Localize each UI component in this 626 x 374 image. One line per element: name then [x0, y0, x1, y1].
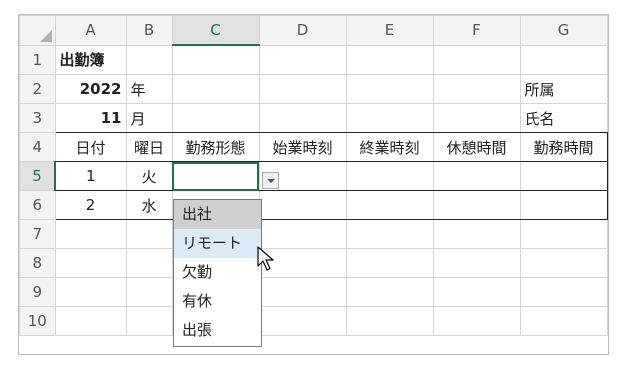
cell-d3[interactable]	[258, 103, 347, 133]
cell-b4[interactable]: 曜日	[125, 132, 173, 162]
cell-b2[interactable]: 年	[125, 74, 173, 104]
cell-f10[interactable]	[432, 306, 521, 336]
validation-dropdown-list[interactable]: 出社 リモート 欠勤 有休 出張	[173, 199, 262, 347]
cell-e2[interactable]	[345, 74, 434, 104]
cell-f7[interactable]	[432, 219, 521, 249]
cell-c3[interactable]	[171, 103, 260, 133]
row-header-2[interactable]: 2	[19, 74, 56, 104]
dropdown-option-kekkin[interactable]: 欠勤	[174, 258, 261, 287]
cell-c4[interactable]: 勤務形態	[171, 132, 260, 162]
cell-e4[interactable]: 終業時刻	[345, 132, 434, 162]
cell-a7[interactable]	[54, 219, 127, 249]
cell-a3[interactable]: 11	[54, 103, 127, 133]
column-header-a[interactable]: A	[54, 15, 127, 46]
dropdown-option-yukyu[interactable]: 有休	[174, 287, 261, 316]
dropdown-option-remote[interactable]: リモート	[174, 229, 261, 258]
cell-e3[interactable]	[345, 103, 434, 133]
cell-g8[interactable]	[519, 248, 608, 278]
cell-e6[interactable]	[345, 190, 434, 220]
cell-b7[interactable]	[125, 219, 173, 249]
cell-b8[interactable]	[125, 248, 173, 278]
cell-a9[interactable]	[54, 277, 127, 307]
cell-g1[interactable]	[519, 44, 608, 75]
cell-g6[interactable]	[519, 190, 608, 220]
cell-d2[interactable]	[258, 74, 347, 104]
cell-d4[interactable]: 始業時刻	[258, 132, 347, 162]
cell-f3[interactable]	[432, 103, 521, 133]
cell-d7[interactable]	[258, 219, 347, 249]
spreadsheet-window: A B C D E F G 1 出勤簿 2 2022 年 所属 3 11 月 氏…	[18, 14, 609, 355]
cell-e9[interactable]	[345, 277, 434, 307]
cell-b1[interactable]	[125, 44, 173, 75]
cell-a1[interactable]: 出勤簿	[54, 44, 127, 75]
cell-a8[interactable]	[54, 248, 127, 278]
cell-e10[interactable]	[345, 306, 434, 336]
cell-a4[interactable]: 日付	[54, 132, 127, 162]
row-header-9[interactable]: 9	[19, 277, 56, 307]
mouse-pointer-icon	[257, 246, 274, 271]
row-header-1[interactable]: 1	[19, 44, 56, 75]
cell-f8[interactable]	[432, 248, 521, 278]
cell-e5[interactable]	[345, 161, 434, 191]
cell-b10[interactable]	[125, 306, 173, 336]
cell-c2[interactable]	[171, 74, 260, 104]
cell-f9[interactable]	[432, 277, 521, 307]
row-header-3[interactable]: 3	[19, 103, 56, 133]
cell-d10[interactable]	[258, 306, 347, 336]
dropdown-option-shussha[interactable]: 出社	[174, 200, 261, 229]
dropdown-option-shutcho[interactable]: 出張	[174, 316, 261, 345]
row-header-7[interactable]: 7	[19, 219, 56, 249]
row-header-6[interactable]: 6	[19, 190, 56, 220]
cell-b3[interactable]: 月	[125, 103, 173, 133]
cell-f1[interactable]	[432, 44, 521, 75]
cell-d6[interactable]	[258, 190, 347, 220]
cell-g7[interactable]	[519, 219, 608, 249]
column-header-f[interactable]: F	[432, 15, 521, 46]
column-header-e[interactable]: E	[345, 15, 434, 46]
cell-g3[interactable]: 氏名	[519, 103, 608, 133]
cell-g2[interactable]: 所属	[519, 74, 608, 104]
cell-e8[interactable]	[345, 248, 434, 278]
column-header-b[interactable]: B	[125, 15, 173, 46]
cell-a6[interactable]: 2	[54, 190, 127, 220]
cell-c5-active[interactable]	[171, 161, 260, 191]
cell-e1[interactable]	[345, 44, 434, 75]
cell-g10[interactable]	[519, 306, 608, 336]
select-all-corner[interactable]	[19, 15, 56, 46]
cell-b5[interactable]: 火	[125, 161, 173, 191]
cell-a5[interactable]: 1	[54, 161, 127, 191]
cell-f6[interactable]	[432, 190, 521, 220]
cell-a10[interactable]	[54, 306, 127, 336]
column-header-g[interactable]: G	[519, 15, 608, 46]
cell-f4[interactable]: 休憩時間	[432, 132, 521, 162]
cell-b9[interactable]	[125, 277, 173, 307]
cell-g5[interactable]	[519, 161, 608, 191]
cell-f5[interactable]	[432, 161, 521, 191]
cell-e7[interactable]	[345, 219, 434, 249]
worksheet-grid: A B C D E F G 1 出勤簿 2 2022 年 所属 3 11 月 氏…	[19, 15, 608, 336]
column-header-d[interactable]: D	[258, 15, 347, 46]
cell-a2[interactable]: 2022	[54, 74, 127, 104]
cell-d1[interactable]	[258, 44, 347, 75]
row-header-4[interactable]: 4	[19, 132, 56, 162]
cell-d9[interactable]	[258, 277, 347, 307]
cell-g4[interactable]: 勤務時間	[519, 132, 608, 162]
dropdown-arrow-button[interactable]	[262, 172, 279, 189]
cell-f2[interactable]	[432, 74, 521, 104]
row-header-8[interactable]: 8	[19, 248, 56, 278]
cell-b6[interactable]: 水	[125, 190, 173, 220]
chevron-down-icon	[267, 179, 275, 183]
column-header-c[interactable]: C	[171, 15, 260, 46]
cell-g9[interactable]	[519, 277, 608, 307]
row-header-5[interactable]: 5	[19, 161, 56, 191]
cell-c1[interactable]	[171, 44, 260, 75]
row-header-10[interactable]: 10	[19, 306, 56, 336]
